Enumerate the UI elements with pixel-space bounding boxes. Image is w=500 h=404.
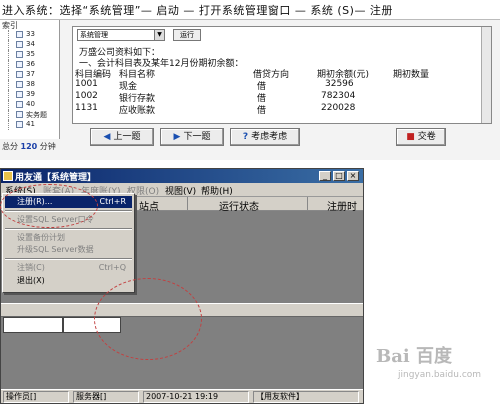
question-item[interactable]: 40	[4, 100, 58, 110]
arrow-left-icon: ◀	[103, 132, 111, 142]
doc-icon	[16, 81, 23, 88]
vertical-scrollbar[interactable]	[481, 27, 491, 123]
score-readout: 总分 120 分钟	[2, 142, 56, 151]
question-content: 系统管理 ▼ 运行 万盛公司资料如下： 一、会计科目表及某年12月份期初余额： …	[72, 26, 492, 124]
doc-icon	[16, 31, 23, 38]
baidu-watermark: Bai 百度 jingyan.baidu.com	[370, 336, 498, 400]
run-button[interactable]: 运行	[173, 29, 201, 41]
doc-icon	[16, 71, 23, 78]
doc-icon	[16, 121, 23, 128]
table-cell: 1131	[75, 103, 98, 113]
question-item[interactable]: 34	[4, 40, 58, 50]
menu-item-backup-plan[interactable]: 设置备份计划	[5, 232, 132, 244]
watermark-url: jingyan.baidu.com	[398, 370, 482, 380]
menu-help[interactable]: 帮助(H)	[201, 184, 233, 197]
folder-icon	[16, 111, 23, 118]
doc-icon	[16, 61, 23, 68]
doc-icon	[16, 41, 23, 48]
app-icon	[3, 171, 13, 181]
question-item[interactable]: 38	[4, 80, 58, 90]
chevron-down-icon: ▼	[154, 30, 164, 40]
minimize-button[interactable]: _	[319, 171, 331, 181]
question-icon: ?	[242, 132, 249, 142]
question-item[interactable]: 33	[4, 30, 58, 40]
highlight-circle	[94, 278, 202, 360]
question-item[interactable]: 39	[4, 90, 58, 100]
doc-icon	[16, 51, 23, 58]
think-button[interactable]: ? 考虑考虑	[230, 128, 300, 146]
table-cell: 220028	[321, 103, 356, 113]
table-header: 期初数量	[393, 70, 430, 80]
system-select[interactable]: 系统管理 ▼	[77, 29, 165, 41]
doc-icon	[16, 91, 23, 98]
question-item[interactable]: 37	[4, 70, 58, 80]
window-title: 用友通【系统管理】	[15, 173, 97, 183]
table-cell: 1001	[75, 79, 98, 89]
submit-icon: ■	[406, 132, 415, 142]
question-item[interactable]: 36	[4, 60, 58, 70]
submit-button[interactable]: ■ 交卷	[396, 128, 446, 146]
question-item[interactable]: 35	[4, 50, 58, 60]
table-cell: 借	[257, 106, 267, 116]
arrow-right-icon: ▶	[173, 132, 181, 142]
exam-panel: 索引 33 34 35 36 37 38 39 40 实务题 41 总分 120…	[0, 19, 500, 160]
status-server: 服务器[]	[73, 391, 139, 403]
status-brand: 【用友软件】	[253, 391, 359, 403]
doc-icon	[16, 101, 23, 108]
baidu-logo: Bai 百度	[376, 346, 452, 367]
statusbar: 操作员[] 服务器[] 2007-10-21 19:19 【用友软件】	[1, 389, 363, 403]
task-cell[interactable]	[3, 317, 63, 333]
table-cell: 782304	[321, 91, 356, 101]
question-item[interactable]: 实务题	[4, 110, 58, 120]
screenshot-root: 进入系统：选择“系统管理”— 启动 — 打开系统管理窗口 — 系统 (S)— 注…	[0, 0, 500, 404]
menu-item-logout[interactable]: 注销(C) Ctrl+Q	[5, 262, 132, 274]
table-cell: 1002	[75, 91, 98, 101]
status-datetime: 2007-10-21 19:19	[143, 391, 249, 403]
menu-item-upgrade-sql[interactable]: 升级SQL Server数据	[5, 244, 132, 256]
menu-item-exit[interactable]: 退出(X)	[5, 275, 132, 287]
close-button[interactable]: ×	[347, 171, 359, 181]
question-item[interactable]: 41	[4, 120, 58, 130]
table-cell: 32596	[325, 79, 354, 89]
next-question-button[interactable]: ▶ 下一题	[160, 128, 224, 146]
window-titlebar[interactable]: 用友通【系统管理】 _ □ ×	[1, 169, 363, 183]
table-cell: 应收账款	[119, 106, 156, 116]
status-operator: 操作员[]	[3, 391, 69, 403]
question-index-sidebar: 索引 33 34 35 36 37 38 39 40 实务题 41	[0, 20, 60, 139]
prev-question-button[interactable]: ◀ 上一题	[90, 128, 154, 146]
highlight-circle	[0, 184, 98, 228]
instruction-header: 进入系统：选择“系统管理”— 启动 — 打开系统管理窗口 — 系统 (S)— 注…	[2, 4, 393, 17]
maximize-button[interactable]: □	[333, 171, 345, 181]
menu-view[interactable]: 视图(V)	[165, 184, 196, 197]
